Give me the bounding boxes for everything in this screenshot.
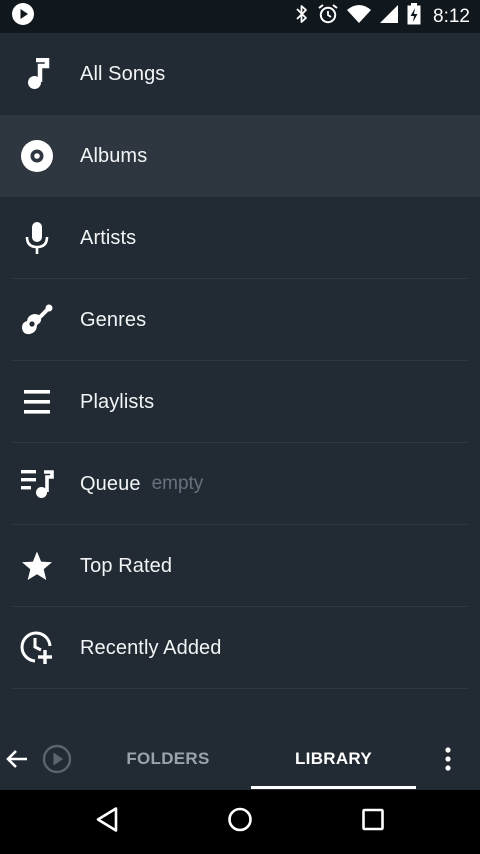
library-item-label: Genres	[80, 308, 147, 331]
bottom-tab-bar: FOLDERS LIBRARY	[0, 728, 480, 790]
row-divider	[12, 688, 468, 689]
music-note-icon	[19, 56, 55, 92]
queue-status-text: empty	[151, 473, 204, 494]
library-item-label: Albums	[80, 144, 148, 167]
nav-home-icon[interactable]	[227, 807, 253, 838]
active-tab-indicator	[251, 786, 416, 789]
library-item-playlists[interactable]: Playlists	[0, 361, 480, 443]
status-time: 8:12	[433, 5, 470, 27]
library-item-label: Recently Added	[80, 636, 222, 659]
library-list: All Songs Albums Artists Genres Playlist…	[0, 33, 480, 733]
library-item-albums[interactable]: Albums	[0, 115, 480, 197]
album-disc-icon	[19, 138, 55, 174]
star-icon	[19, 548, 55, 584]
clock-add-icon	[19, 630, 55, 666]
library-item-label: All Songs	[80, 62, 166, 85]
library-item-queue[interactable]: Queue empty	[0, 443, 480, 525]
nav-recents-icon[interactable]	[361, 808, 385, 837]
library-item-label: Artists	[80, 226, 137, 249]
battery-charging-icon	[407, 3, 421, 30]
status-bar: 8:12	[0, 0, 480, 33]
now-playing-icon[interactable]	[42, 744, 72, 774]
library-item-artists[interactable]: Artists	[0, 197, 480, 279]
nav-back-icon[interactable]	[94, 806, 120, 839]
playlist-icon	[19, 384, 55, 420]
alarm-icon	[317, 3, 339, 30]
tab-library[interactable]: LIBRARY	[251, 728, 416, 790]
library-item-label: Queue	[80, 472, 141, 495]
library-item-top-rated[interactable]: Top Rated	[0, 525, 480, 607]
system-navigation-bar	[0, 790, 480, 854]
library-item-all-songs[interactable]: All Songs	[0, 33, 480, 115]
wifi-icon	[347, 4, 372, 29]
back-arrow-icon[interactable]	[5, 748, 29, 770]
library-item-label: Playlists	[80, 390, 155, 413]
play-notification-icon	[12, 3, 34, 30]
tab-folders[interactable]: FOLDERS	[84, 728, 252, 790]
bluetooth-icon	[295, 4, 309, 29]
cell-signal-icon	[379, 4, 399, 29]
microphone-icon	[19, 220, 55, 256]
queue-music-icon	[19, 466, 55, 502]
guitar-icon	[19, 302, 55, 338]
library-item-genres[interactable]: Genres	[0, 279, 480, 361]
overflow-menu-icon[interactable]	[444, 747, 452, 771]
library-item-label: Top Rated	[80, 554, 173, 577]
library-item-recently-added[interactable]: Recently Added	[0, 607, 480, 689]
